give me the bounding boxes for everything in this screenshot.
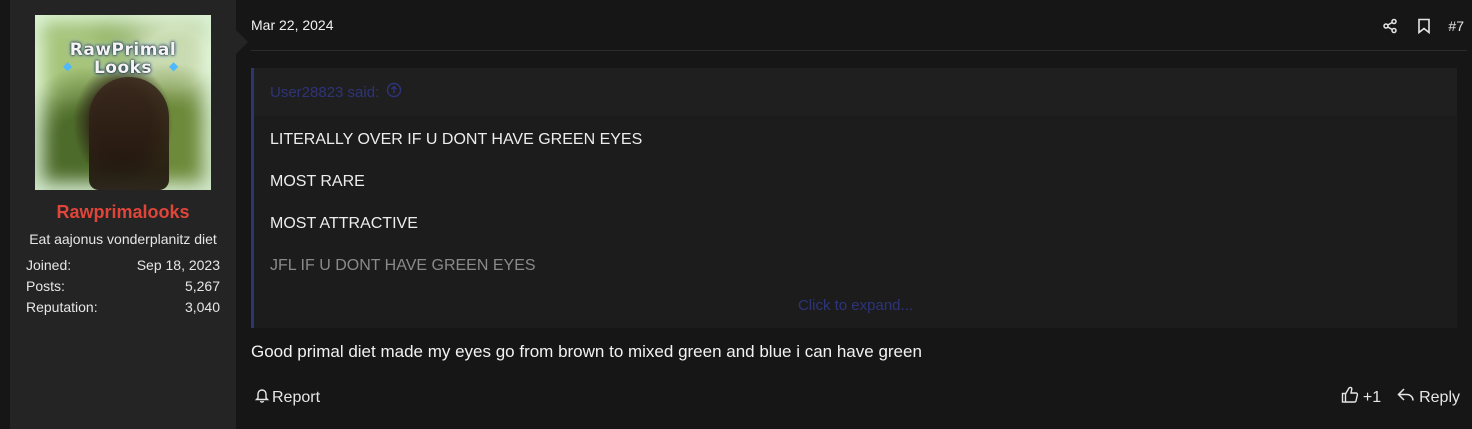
stat-label: Joined:	[26, 257, 72, 273]
quote-line: MOST RARE	[270, 173, 365, 190]
quote-block: User28823 said: LITERALLY OVER IF U DONT…	[251, 68, 1457, 328]
header-divider	[251, 50, 1467, 51]
quote-line: MOST ATTRACTIVE	[270, 215, 418, 232]
post-date[interactable]: Mar 22, 2024	[251, 17, 334, 33]
quote-header: User28823 said:	[254, 68, 1457, 116]
gem-icon: ◆	[63, 59, 73, 73]
quote-line: JFL IF U DONT HAVE GREEN EYES	[270, 257, 536, 274]
forum-post: RawPrimal Looks ◆ ◆ Rawprimalooks Eat aa…	[10, 0, 1472, 429]
stat-value: Sep 18, 2023	[136, 257, 220, 273]
bell-icon	[254, 387, 270, 408]
user-sidebar: RawPrimal Looks ◆ ◆ Rawprimalooks Eat aa…	[10, 0, 248, 429]
quote-line: LITERALLY OVER IF U DONT HAVE GREEN EYES	[270, 131, 643, 148]
reply-label: Reply	[1419, 388, 1460, 406]
user-stats: Joined: Sep 18, 2023 Posts: 5,267 Reputa…	[26, 255, 220, 318]
avatar-figure	[89, 77, 169, 190]
bookmark-icon[interactable]	[1414, 16, 1434, 36]
post-message: Good primal diet made my eyes go from br…	[251, 342, 922, 361]
stat-label: Posts:	[26, 278, 65, 294]
quote-author[interactable]: User28823 said:	[270, 84, 379, 101]
stat-label: Reputation:	[26, 299, 98, 315]
reaction-count: +1	[1362, 388, 1382, 406]
stat-reputation: Reputation: 3,040	[26, 297, 220, 318]
share-icon[interactable]	[1380, 16, 1400, 36]
click-to-expand-link[interactable]: Click to expand...	[254, 297, 1457, 314]
arrow-up-circle-icon[interactable]	[386, 82, 402, 102]
report-button[interactable]: Report	[254, 387, 320, 408]
thumbs-up-icon	[1341, 386, 1359, 409]
post-main: Mar 22, 2024 #7 User28823 said: LITERALL…	[236, 0, 1472, 429]
post-actions-bottom: +1 Reply	[1341, 386, 1460, 409]
gem-icon: ◆	[169, 59, 179, 73]
post-actions-top: #7	[1380, 16, 1464, 36]
avatar-text: RawPrimal Looks	[35, 41, 211, 77]
user-title: Eat aajonus vonderplanitz diet	[29, 231, 217, 247]
stat-joined: Joined: Sep 18, 2023	[26, 255, 220, 276]
reply-button[interactable]: Reply	[1397, 387, 1460, 408]
username[interactable]: Rawprimalooks	[56, 202, 189, 223]
avatar-text-line1: RawPrimal	[69, 40, 177, 60]
stat-value: 3,040	[184, 299, 220, 315]
report-label: Report	[272, 388, 321, 406]
post-number-link[interactable]: #7	[1448, 18, 1464, 34]
stat-posts: Posts: 5,267	[26, 276, 220, 297]
avatar[interactable]: RawPrimal Looks ◆ ◆	[35, 15, 211, 190]
stat-value: 5,267	[184, 278, 220, 294]
like-button[interactable]: +1	[1341, 386, 1381, 409]
avatar-text-line2: Looks	[93, 58, 153, 78]
reply-icon	[1397, 387, 1415, 408]
quote-content: LITERALLY OVER IF U DONT HAVE GREEN EYES…	[254, 116, 1457, 328]
